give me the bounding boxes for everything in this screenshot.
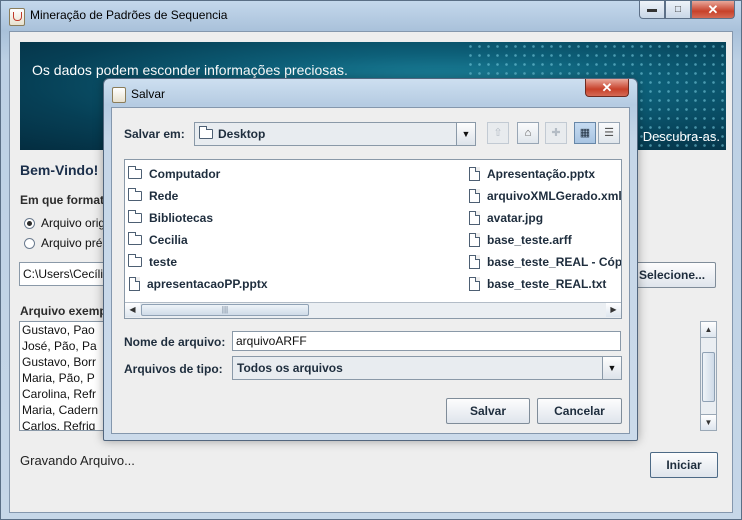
home-button[interactable]: ⌂ — [517, 122, 539, 144]
file-name: apresentacaoPP.pptx — [147, 277, 268, 291]
file-list-item[interactable]: base_teste_REAL - Cópi — [469, 253, 622, 271]
file-name: avatar.jpg — [487, 211, 544, 225]
file-type-combo[interactable]: Todos os arquivos ▼ — [232, 356, 622, 380]
save-in-value: Desktop — [218, 127, 266, 141]
file-list[interactable]: Computador Rede Bibliotecas Cecilia test… — [124, 159, 622, 319]
example-line: Maria, Cadern — [22, 403, 99, 417]
file-list-horizontal-scrollbar[interactable]: ◀ ||| ▶ — [125, 302, 621, 318]
file-list-item[interactable]: Rede — [128, 187, 178, 205]
example-vertical-scrollbar[interactable]: ▲ ▼ — [700, 321, 717, 431]
cancel-button[interactable]: Cancelar — [537, 398, 622, 424]
save-in-combo[interactable]: Desktop ▼ — [194, 122, 476, 146]
file-name: Cecilia — [149, 233, 188, 247]
example-line: Carlos, Refrig — [22, 419, 96, 431]
folder-icon — [128, 166, 142, 179]
folder-icon — [199, 126, 213, 139]
example-line: Gustavo, Pao — [22, 323, 95, 337]
file-name: base_teste_REAL - Cópi — [487, 255, 622, 269]
file-name: Bibliotecas — [149, 211, 214, 225]
file-icon — [469, 277, 480, 291]
file-icon — [469, 211, 480, 225]
chevron-down-icon[interactable]: ▼ — [456, 123, 475, 145]
file-name: arquivoXMLGerado.xml — [487, 189, 622, 203]
file-list-item[interactable]: Bibliotecas — [128, 209, 213, 227]
file-icon — [469, 167, 480, 181]
file-type-label: Arquivos de tipo: — [124, 362, 223, 376]
radio-original-file[interactable]: Arquivo orig — [24, 216, 105, 230]
minimize-button[interactable]: ▬ — [639, 1, 665, 19]
start-button[interactable]: Iniciar — [650, 452, 718, 478]
radio-preprocessed-file[interactable]: Arquivo pré — [24, 236, 102, 250]
radio-unselected-icon[interactable] — [24, 237, 35, 249]
dialog-close-button[interactable]: ✕ — [585, 79, 629, 97]
banner-text: Os dados podem esconder informações prec… — [32, 62, 348, 78]
save-in-label: Salvar em: — [124, 127, 185, 141]
file-icon — [129, 277, 140, 291]
file-name: Apresentação.pptx — [487, 167, 596, 181]
radio-label: Arquivo pré — [41, 236, 103, 250]
file-name-input[interactable] — [232, 331, 621, 351]
title-bar[interactable]: Mineração de Padrões de Sequencia ▬ □ ✕ — [1, 1, 741, 31]
file-name-label: Nome de arquivo: — [124, 335, 226, 349]
scroll-down-button[interactable]: ▼ — [701, 414, 716, 430]
scroll-right-button[interactable]: ▶ — [606, 303, 621, 317]
scroll-up-button[interactable]: ▲ — [701, 322, 716, 338]
close-button[interactable]: ✕ — [691, 1, 735, 19]
folder-icon — [128, 188, 142, 201]
save-button[interactable]: Salvar — [446, 398, 530, 424]
example-line: Maria, Pão, P — [22, 371, 95, 385]
banner-slogan: Descubra-as. — [642, 129, 720, 144]
dialog-title: Salvar — [131, 87, 166, 101]
scroll-thumb[interactable] — [702, 352, 715, 402]
select-file-button[interactable]: Selecione... — [632, 262, 716, 288]
file-name: Rede — [149, 189, 179, 203]
scroll-thumb[interactable]: ||| — [141, 304, 309, 316]
example-line: Gustavo, Borr — [22, 355, 97, 369]
file-list-item[interactable]: apresentacaoPP.pptx — [129, 275, 268, 293]
format-question: Em que format — [20, 193, 105, 207]
folder-icon — [128, 232, 142, 245]
example-file-label: Arquivo exemp — [20, 304, 107, 318]
java-app-icon — [112, 87, 126, 103]
list-view-button[interactable]: ▦ — [574, 122, 596, 144]
save-dialog: Salvar ✕ Salvar em: Desktop ▼ ⇧ ⌂ ✚ ▦ ☰ … — [103, 78, 638, 441]
maximize-button[interactable]: □ — [665, 1, 691, 19]
file-icon — [469, 189, 480, 203]
new-folder-button[interactable]: ✚ — [545, 122, 567, 144]
window-title: Mineração de Padrões de Sequencia — [30, 8, 228, 22]
file-name: base_teste_REAL.txt — [487, 277, 607, 291]
java-app-icon — [9, 8, 25, 26]
folder-icon — [128, 210, 142, 223]
example-line: Carolina, Refr — [22, 387, 97, 401]
welcome-heading: Bem-Vindo! — [20, 162, 99, 178]
file-name: Computador — [149, 167, 221, 181]
file-list-item[interactable]: avatar.jpg — [469, 209, 543, 227]
file-list-item[interactable]: Computador — [128, 165, 220, 183]
file-name: base_teste.arff — [487, 233, 572, 247]
folder-icon — [128, 254, 142, 267]
scroll-left-button[interactable]: ◀ — [125, 303, 140, 317]
radio-selected-icon[interactable] — [24, 217, 35, 229]
example-line: José, Pão, Pa — [22, 339, 97, 353]
window-controls: ▬ □ ✕ — [639, 1, 735, 19]
file-icon — [469, 255, 480, 269]
up-folder-button[interactable]: ⇧ — [487, 122, 509, 144]
file-list-item[interactable]: Cecilia — [128, 231, 188, 249]
file-list-item[interactable]: arquivoXMLGerado.xml — [469, 187, 622, 205]
status-text: Gravando Arquivo... — [20, 453, 135, 468]
file-name: teste — [149, 255, 178, 269]
file-list-item[interactable]: teste — [128, 253, 177, 271]
radio-label: Arquivo orig — [41, 216, 106, 230]
dialog-content: Salvar em: Desktop ▼ ⇧ ⌂ ✚ ▦ ☰ Computado… — [111, 107, 630, 434]
file-list-item[interactable]: base_teste_REAL.txt — [469, 275, 606, 293]
file-type-value: Todos os arquivos — [237, 361, 343, 375]
file-icon — [469, 233, 480, 247]
file-list-item[interactable]: Apresentação.pptx — [469, 165, 595, 183]
details-view-button[interactable]: ☰ — [598, 122, 620, 144]
chevron-down-icon[interactable]: ▼ — [602, 357, 621, 379]
file-list-item[interactable]: base_teste.arff — [469, 231, 572, 249]
